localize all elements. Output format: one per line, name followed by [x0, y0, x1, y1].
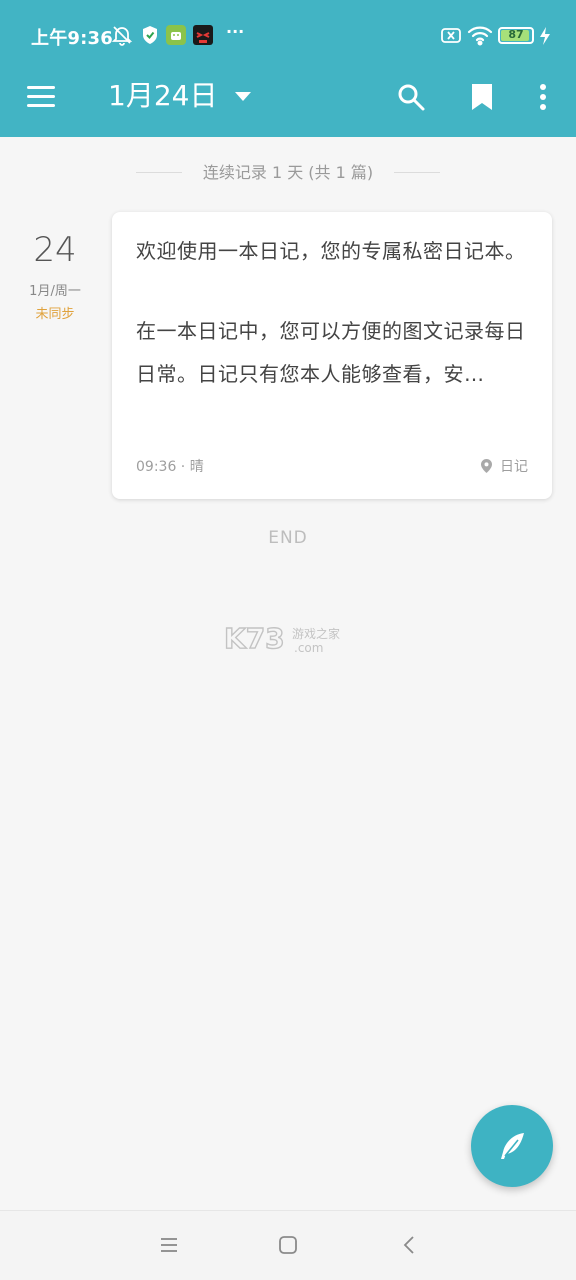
entry-tag: 日记 — [481, 456, 528, 476]
entry-date: 24 1月/周一 未同步 — [20, 228, 90, 322]
feather-icon — [501, 1133, 524, 1159]
watermark-line2: .com — [294, 641, 323, 655]
watermark-brand: K73 — [224, 622, 285, 655]
app-header: 上午9:36 ··· 87 1月24日 — [0, 0, 576, 137]
sim-off-icon — [440, 24, 462, 50]
divider — [394, 172, 440, 173]
status-time: 上午9:36 — [31, 28, 113, 49]
toolbar: 1月24日 — [0, 70, 576, 137]
menu-icon[interactable] — [27, 84, 55, 108]
alarm-off-icon — [111, 24, 133, 50]
back-icon[interactable] — [400, 1235, 420, 1259]
date-selector[interactable]: 1月24日 — [108, 76, 251, 116]
entry-content: 欢迎使用一本日记，您的专属私密日记本。 在一本日记中，您可以方便的图文记录每日日… — [136, 230, 534, 396]
status-bar: 上午9:36 ··· 87 — [0, 0, 576, 70]
entry-meta: 09:36 · 晴 — [136, 459, 204, 475]
more-notifications: ··· — [226, 22, 245, 41]
bookmark-icon[interactable] — [470, 82, 494, 116]
entry-tag-label: 日记 — [500, 459, 528, 475]
location-pin-icon — [481, 459, 492, 473]
app-icon — [192, 24, 214, 50]
diary-entry-card[interactable]: 欢迎使用一本日记，您的专属私密日记本。 在一本日记中，您可以方便的图文记录每日日… — [112, 212, 552, 499]
entry-month-weekday: 1月/周一 — [29, 284, 81, 299]
more-vert-icon[interactable] — [533, 82, 553, 116]
entry-day: 24 — [33, 230, 77, 270]
divider — [136, 172, 182, 173]
charging-icon — [539, 27, 551, 49]
battery-level: 87 — [508, 28, 524, 41]
watermark-line1: 游戏之家 — [292, 626, 340, 641]
system-nav-bar — [0, 1210, 576, 1280]
home-icon[interactable] — [278, 1235, 298, 1259]
wifi-icon — [467, 24, 493, 50]
sync-status: 未同步 — [35, 307, 75, 322]
shield-icon — [140, 24, 160, 50]
streak-summary: 连续记录 1 天 (共 1 篇) — [136, 160, 440, 186]
android-icon — [165, 24, 187, 50]
watermark: K73 游戏之家 .com — [223, 620, 354, 660]
new-entry-button[interactable] — [471, 1105, 553, 1187]
battery-icon: 87 — [498, 27, 534, 44]
chevron-down-icon — [234, 91, 251, 101]
streak-text: 连续记录 1 天 (共 1 篇) — [202, 163, 374, 182]
toolbar-title: 1月24日 — [108, 79, 218, 112]
entry-paragraph: 欢迎使用一本日记，您的专属私密日记本。 — [136, 239, 526, 263]
end-label: END — [268, 528, 308, 548]
search-icon[interactable] — [396, 82, 426, 116]
entry-paragraph: 在一本日记中，您可以方便的图文记录每日日常。日记只有您本人能够查看，安… — [136, 319, 526, 386]
recent-apps-icon[interactable] — [159, 1235, 179, 1259]
